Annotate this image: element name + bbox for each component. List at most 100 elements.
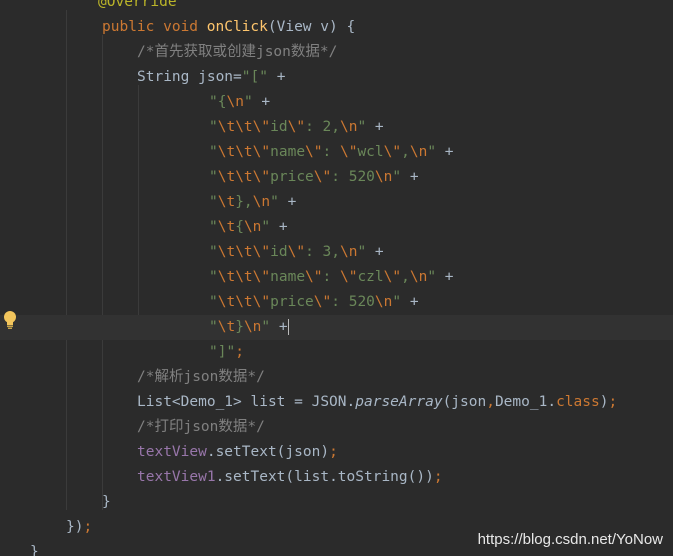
code-token: : 2, [305, 119, 340, 135]
code-token: + [278, 194, 297, 210]
code-token: name [270, 144, 306, 160]
code-token: " [427, 269, 437, 285]
current-code-line[interactable]: "\t}\n" + [0, 315, 673, 340]
code-text: textView.setText(json); [137, 440, 338, 465]
code-line[interactable]: List<Demo_1> list = JSON.parseArray(json… [0, 390, 673, 415]
code-token: }, [235, 194, 253, 210]
code-line[interactable]: "{\n" + [0, 90, 673, 115]
code-text: "]"; [209, 340, 244, 365]
code-line[interactable]: "\t\t\"price\": 520\n" + [0, 290, 673, 315]
code-text: /*打印json数据*/ [137, 415, 265, 440]
code-token: " [209, 269, 218, 285]
code-token: textView [137, 444, 207, 460]
code-token: " [392, 169, 402, 185]
code-token: void [163, 19, 207, 35]
code-token: \n [252, 194, 271, 210]
code-line[interactable]: /*打印json数据*/ [0, 415, 673, 440]
code-token: " [427, 144, 437, 160]
code-token: czl [357, 269, 384, 285]
code-text: "\t{\n" + [209, 215, 288, 240]
code-line[interactable]: } [0, 490, 673, 515]
code-line[interactable]: "\t},\n" + [0, 190, 673, 215]
code-token: " [209, 319, 218, 335]
code-token: parseArray [355, 394, 443, 410]
code-token: /*打印json数据*/ [137, 419, 265, 435]
code-text: "\t\t\"id\": 2,\n" + [209, 115, 384, 140]
code-line[interactable]: @Override [0, 0, 673, 15]
code-token: \n [243, 319, 262, 335]
code-token: ; [83, 519, 93, 535]
code-text: } [30, 540, 39, 556]
code-token: ; [329, 444, 338, 460]
code-token: class [556, 394, 600, 410]
code-token: \n [409, 269, 428, 285]
code-token: : [322, 269, 340, 285]
code-line[interactable]: String json="[" + [0, 65, 673, 90]
code-token: \n [339, 119, 358, 135]
code-token: " [243, 94, 253, 110]
code-token: + [436, 144, 454, 160]
code-text: "{\n" + [209, 90, 270, 115]
code-line[interactable]: /*首先获取或创建json数据*/ [0, 40, 673, 65]
code-token: : 3, [305, 244, 340, 260]
code-token: \t [217, 194, 236, 210]
code-line[interactable]: textView.setText(json); [0, 440, 673, 465]
code-token: , [401, 144, 410, 160]
code-token: { [235, 219, 244, 235]
code-token: " [270, 194, 279, 210]
code-token: : 520 [331, 294, 375, 310]
code-token: @Override [98, 0, 177, 10]
code-line[interactable]: "\t{\n" + [0, 215, 673, 240]
code-token: \" [287, 244, 306, 260]
code-token: " [209, 194, 218, 210]
code-token: " [357, 244, 367, 260]
code-token: \t\t\" [217, 269, 271, 285]
code-token: textView1 [137, 469, 216, 485]
code-text: String json="[" + [137, 65, 285, 90]
code-token: \t\t\" [217, 144, 271, 160]
code-line[interactable]: public void onClick(View v) { [0, 15, 673, 40]
code-text: } [102, 490, 111, 515]
code-line[interactable]: "\t\t\"id\": 2,\n" + [0, 115, 673, 140]
code-token: (json [442, 394, 487, 410]
code-text: List<Demo_1> list = JSON.parseArray(json… [137, 390, 617, 415]
code-token: + [252, 94, 271, 110]
code-token: " [209, 169, 218, 185]
code-token: " [209, 244, 218, 260]
code-token: id [270, 119, 288, 135]
code-line[interactable]: "\t\t\"name\": \"czl\",\n" + [0, 265, 673, 290]
code-token: } [235, 319, 244, 335]
code-token: \t [217, 219, 236, 235]
code-token: " [209, 144, 218, 160]
code-token: " [261, 319, 271, 335]
code-token: \n [339, 244, 358, 260]
code-token: /*首先获取或创建json数据*/ [137, 44, 338, 60]
code-token: \" [339, 269, 358, 285]
code-token: \" [383, 269, 402, 285]
code-line[interactable]: textView1.setText(list.toString()); [0, 465, 673, 490]
code-token: : 520 [331, 169, 375, 185]
code-token: \" [287, 119, 306, 135]
code-line[interactable]: /*解析json数据*/ [0, 365, 673, 390]
code-token: List<Demo_1> list = JSON. [137, 394, 356, 410]
code-token: price [270, 294, 314, 310]
code-token: .setText(list.toString()) [215, 469, 434, 485]
code-token: name [270, 269, 306, 285]
code-text: "\t\t\"name\": \"wcl\",\n" + [209, 140, 454, 165]
code-token: " [209, 294, 218, 310]
code-line[interactable]: "]"; [0, 340, 673, 365]
code-token: " [261, 219, 271, 235]
code-token: \n [243, 219, 262, 235]
code-text: @Override [98, 0, 177, 15]
code-text: public void onClick(View v) { [102, 15, 355, 40]
code-text: "\t}\n" + [209, 315, 289, 340]
lightbulb-icon[interactable] [3, 310, 17, 330]
code-text: "\t\t\"price\": 520\n" + [209, 165, 419, 190]
code-editor[interactable]: @Override public void onClick(View v) { /*… [0, 0, 673, 556]
code-token: \" [339, 144, 358, 160]
code-line[interactable]: "\t\t\"price\": 520\n" + [0, 165, 673, 190]
code-line[interactable]: "\t\t\"id\": 3,\n" + [0, 240, 673, 265]
code-text: }); [66, 515, 92, 540]
code-line[interactable]: "\t\t\"name\": \"wcl\",\n" + [0, 140, 673, 165]
code-token: \n [226, 94, 244, 110]
